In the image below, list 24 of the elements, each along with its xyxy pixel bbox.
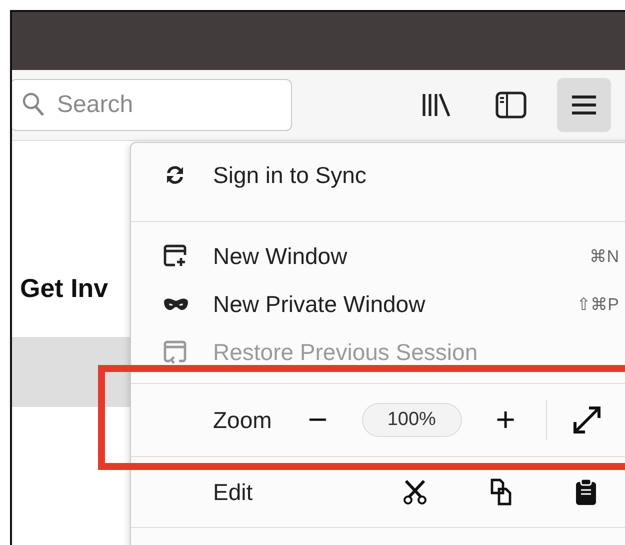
scissors-icon[interactable] <box>403 479 427 505</box>
library-icon[interactable] <box>421 92 451 118</box>
shortcut-label: ⇧⌘P <box>576 294 619 314</box>
edit-label: Edit <box>213 478 254 506</box>
search-icon <box>22 92 46 118</box>
menu-icon <box>571 94 597 116</box>
restore-window-icon <box>163 339 189 365</box>
zoom-label: Zoom <box>213 406 272 434</box>
new-window-icon <box>163 243 189 269</box>
clipboard-icon[interactable] <box>575 478 597 506</box>
zoom-reset-button[interactable]: 100% <box>362 403 462 437</box>
search-field[interactable]: Search <box>12 79 292 131</box>
shortcut-label: ⌘N <box>590 246 619 266</box>
fullscreen-icon[interactable] <box>572 406 601 434</box>
menu-item[interactable]: Sign in to Sync <box>131 151 625 199</box>
menu-item[interactable]: New Private Window ⇧⌘P <box>131 280 625 328</box>
copy-icon[interactable] <box>489 478 513 506</box>
sidebar-icon[interactable] <box>495 91 527 119</box>
zoom-out-button[interactable]: − <box>302 400 334 440</box>
mask-icon <box>163 297 189 311</box>
menu-button[interactable] <box>557 78 611 132</box>
page-heading: Get Inv <box>20 273 108 304</box>
zoom-in-button[interactable]: + <box>490 400 522 440</box>
menu-item[interactable]: New Window ⌘N <box>131 232 625 280</box>
